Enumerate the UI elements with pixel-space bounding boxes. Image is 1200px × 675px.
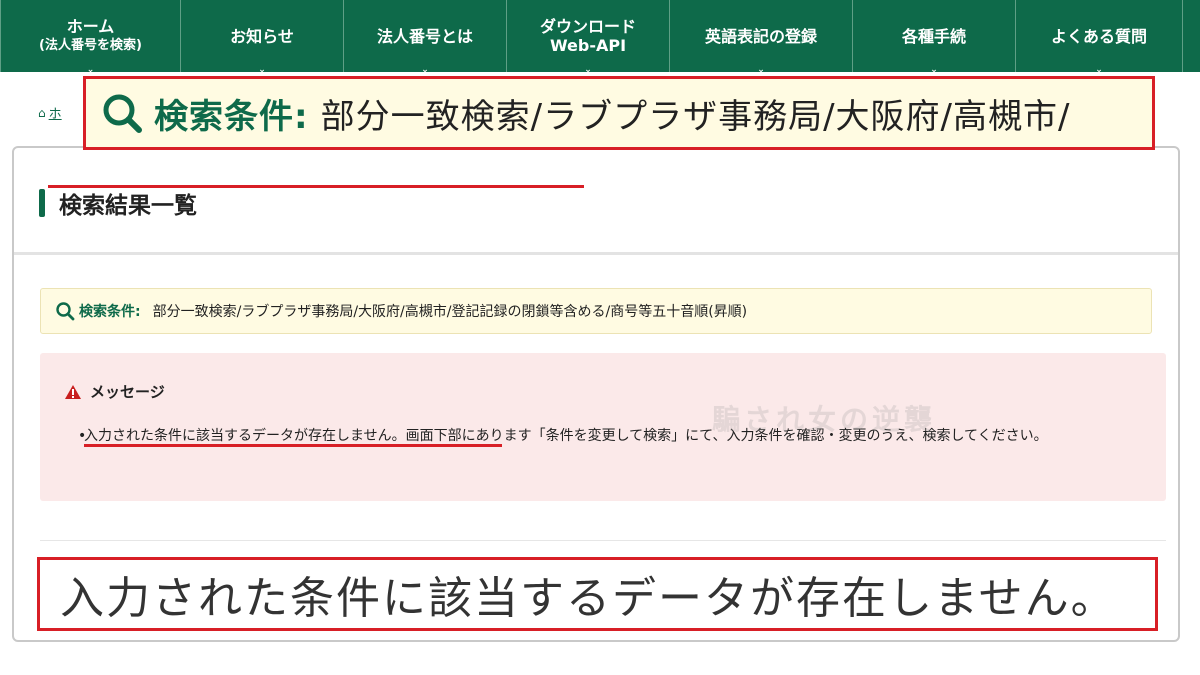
breadcrumb-home-link[interactable]: ホ: [49, 103, 62, 122]
nav-item-sublabel: Web-API: [549, 36, 627, 55]
nav-item-label: お知らせ: [230, 26, 294, 46]
chevron-down-icon: ⌄: [258, 65, 266, 75]
title-accent-bar: [39, 189, 45, 217]
nav-item-home[interactable]: ホーム (法人番号を検索) ⌄: [0, 0, 180, 75]
nav-item-sublabel: (法人番号を検索): [39, 38, 142, 53]
zoom-condition-value: 部分一致検索/ラブプラザ事務局/大阪府/高槻市/: [320, 96, 1071, 137]
chevron-down-icon: ⌄: [86, 65, 95, 75]
nav-item-faq[interactable]: よくある質問 ⌄: [1015, 0, 1183, 75]
zoom-callout-condition: 検索条件: 部分一致検索/ラブプラザ事務局/大阪府/高槻市/: [83, 76, 1155, 150]
zoom-condition-label: 検索条件:: [154, 96, 309, 137]
chevron-down-icon: ⌄: [584, 65, 592, 75]
chevron-down-icon: ⌄: [757, 65, 765, 75]
search-condition-label: 検索条件:: [79, 304, 141, 320]
chevron-down-icon: ⌄: [421, 65, 429, 75]
nav-item-english[interactable]: 英語表記の登録 ⌄: [669, 0, 852, 75]
top-nav: ホーム (法人番号を検索) ⌄ お知らせ ⌄ 法人番号とは ⌄ ダウンロード W…: [0, 0, 1200, 75]
nav-item-procedures[interactable]: 各種手続 ⌄: [852, 0, 1015, 75]
search-icon: [103, 94, 142, 133]
zoom-callout-message: 入力された条件に該当するデータが存在しません。: [37, 557, 1158, 631]
nav-item-label: 英語表記の登録: [704, 26, 817, 46]
card-header: 検索結果一覧: [14, 148, 1178, 255]
nav-item-label: よくある質問: [1050, 26, 1147, 46]
message-text-main: 入力された条件に該当するデータが存在しません。: [84, 428, 406, 444]
page-title: 検索結果一覧: [39, 186, 197, 220]
chevron-down-icon: ⌄: [1095, 65, 1103, 75]
breadcrumb: ⌂ ホ: [38, 103, 62, 123]
message-title-text: メッセージ: [90, 383, 165, 401]
nav-item-download[interactable]: ダウンロード Web-API ⌄: [506, 0, 669, 75]
nav-item-label: 各種手続: [901, 26, 966, 46]
nav-item-label: ダウンロード: [539, 17, 636, 36]
warning-icon: [65, 384, 81, 399]
message-title: メッセージ: [64, 381, 165, 402]
nav-item-news[interactable]: お知らせ ⌄: [180, 0, 343, 75]
chevron-down-icon: ⌄: [930, 65, 938, 75]
watermark: 騙され女の逆襲: [712, 403, 937, 436]
nav-item-label: ホーム: [66, 17, 115, 36]
zoom-message-value: 入力された条件に該当するデータが存在しません。: [60, 573, 1117, 624]
divider: [40, 540, 1166, 541]
message-box: メッセージ • 入力された条件に該当するデータが存在しません。画面下部にあります…: [40, 353, 1166, 501]
search-condition-box: 検索条件: 部分一致検索/ラブプラザ事務局/大阪府/高槻市/登記記録の閉鎖等含め…: [40, 288, 1152, 334]
page-title-text: 検索結果一覧: [59, 193, 197, 219]
annotation-underline-message: [84, 444, 502, 447]
annotation-underline-condition: [48, 185, 584, 188]
search-condition-value: 部分一致検索/ラブプラザ事務局/大阪府/高槻市/登記記録の閉鎖等含める/商号等五…: [152, 304, 748, 320]
search-icon: [56, 302, 75, 321]
home-icon: ⌂: [38, 105, 46, 120]
nav-item-about[interactable]: 法人番号とは ⌄: [343, 0, 506, 75]
nav-item-label: 法人番号とは: [376, 26, 473, 46]
